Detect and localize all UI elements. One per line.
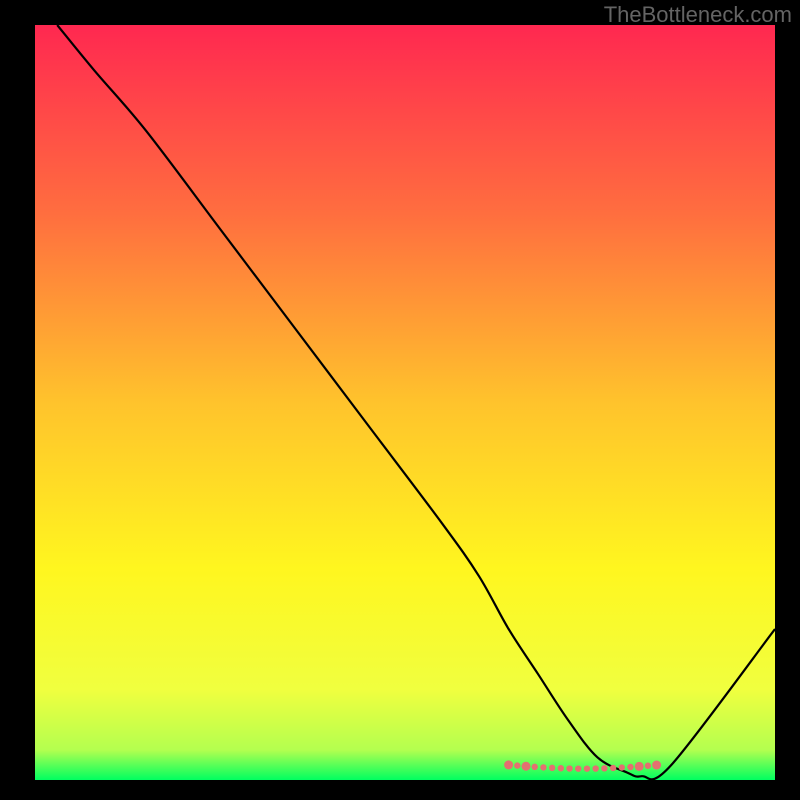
watermark-text: TheBottleneck.com <box>604 2 792 28</box>
bottleneck-curve <box>57 25 775 779</box>
curve-overlay <box>35 25 775 780</box>
chart-container: TheBottleneck.com <box>0 0 800 800</box>
optimal-range-dots <box>504 760 661 771</box>
plot-area <box>35 25 775 780</box>
